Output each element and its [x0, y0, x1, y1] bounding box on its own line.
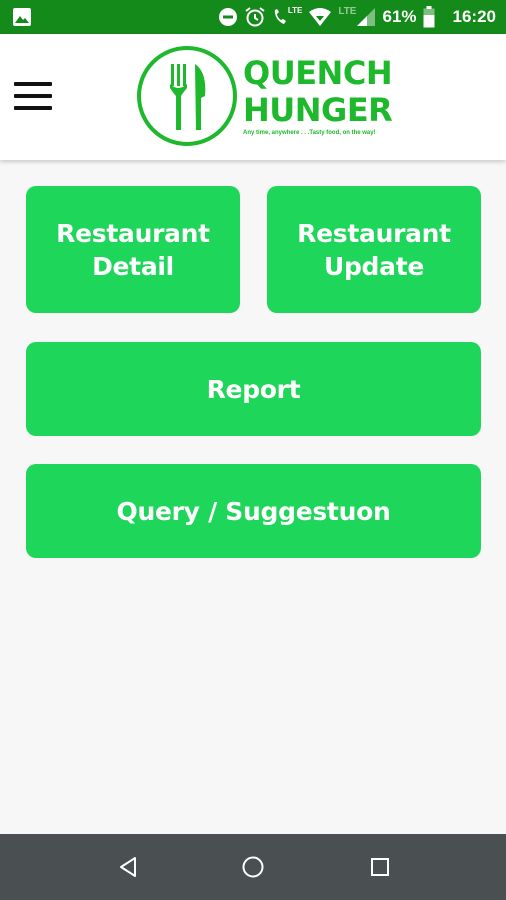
gallery-icon — [12, 0, 32, 34]
volte-call-icon: LTE — [272, 6, 302, 27]
query-suggestion-button-label: Query / Suggestuon — [116, 496, 391, 526]
logo-title-line1: QUENCH — [243, 54, 393, 92]
logo-tagline: Any time, anywhere . . .Tasty food, on t… — [243, 130, 376, 136]
restaurant-update-line2: Update — [323, 251, 425, 281]
restaurant-detail-line2: Detail — [92, 251, 174, 281]
report-button[interactable]: Report — [26, 342, 481, 436]
query-suggestion-button[interactable]: Query / Suggestuon — [26, 464, 481, 558]
system-nav-bar — [0, 834, 506, 900]
home-icon[interactable] — [238, 852, 268, 882]
alarm-icon — [244, 6, 266, 28]
logo-circle — [137, 46, 237, 146]
app-bar: QUENCH HUNGER Any time, anywhere . . .Ta… — [0, 34, 506, 160]
do-not-disturb-icon — [218, 7, 238, 27]
hamburger-menu-icon[interactable] — [14, 82, 52, 110]
logo-title-line2: HUNGER — [243, 91, 393, 129]
restaurant-detail-line1: Restaurant — [56, 218, 210, 248]
restaurant-update-line1: Restaurant — [297, 218, 451, 248]
fork-knife-icon — [170, 64, 206, 130]
status-bar: LTE LTE 61% 16:20 — [0, 0, 506, 34]
wifi-icon — [308, 7, 332, 27]
quench-hunger-logo: QUENCH HUNGER Any time, anywhere . . .Ta… — [137, 46, 393, 150]
status-icons: LTE LTE 61% 16:20 — [218, 0, 496, 34]
back-icon[interactable] — [113, 852, 143, 882]
battery-icon — [423, 6, 435, 28]
report-button-label: Report — [206, 374, 301, 404]
restaurant-detail-button[interactable]: Restaurant Detail — [26, 186, 240, 313]
clock: 16:20 — [452, 7, 496, 26]
recents-icon[interactable] — [365, 852, 395, 882]
battery-percent: 61% — [382, 7, 417, 26]
restaurant-update-button[interactable]: Restaurant Update — [267, 186, 481, 313]
signal-icon: LTE — [338, 6, 376, 27]
